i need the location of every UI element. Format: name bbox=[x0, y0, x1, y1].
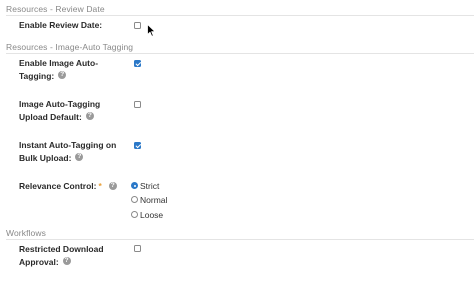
relevance-option-normal[interactable]: Normal bbox=[131, 195, 167, 206]
instant-auto-tagging-label: Instant Auto-Tagging on Bulk Upload:? bbox=[19, 139, 129, 164]
enable-auto-tagging-label: Enable Image Auto- Tagging:? bbox=[19, 57, 119, 82]
restricted-download-approval-label-line2: Approval: bbox=[19, 256, 59, 267]
radio-strict[interactable] bbox=[131, 182, 138, 190]
section-header-auto-tagging: Resources - Image-Auto Tagging bbox=[6, 42, 474, 54]
enable-auto-tagging-label-line1: Enable Image Auto- bbox=[19, 58, 99, 68]
help-icon[interactable]: ? bbox=[85, 112, 94, 121]
instant-auto-tagging-checkbox[interactable] bbox=[134, 142, 141, 149]
radio-normal[interactable] bbox=[131, 196, 138, 204]
enable-review-date-checkbox[interactable] bbox=[134, 22, 141, 29]
help-icon[interactable]: ? bbox=[108, 181, 117, 190]
instant-auto-tagging-label-line1: Instant Auto-Tagging on bbox=[19, 140, 117, 150]
relevance-option-loose[interactable]: Loose bbox=[131, 210, 163, 221]
radio-strict-label: Strict bbox=[140, 181, 160, 191]
radio-loose-label: Loose bbox=[140, 210, 164, 220]
section-header-workflows: Workflows bbox=[6, 228, 474, 240]
help-icon[interactable]: ? bbox=[58, 71, 67, 80]
mouse-pointer-icon bbox=[147, 24, 156, 37]
relevance-option-strict[interactable]: Strict bbox=[131, 181, 159, 192]
auto-tagging-upload-default-label-line2: Upload Default: bbox=[19, 111, 82, 122]
enable-auto-tagging-label-line2: Tagging: bbox=[19, 70, 55, 81]
auto-tagging-upload-default-checkbox[interactable] bbox=[134, 101, 141, 108]
relevance-control-label-text: Relevance Control: bbox=[19, 181, 97, 191]
section-header-review-date: Resources - Review Date bbox=[6, 4, 474, 16]
radio-loose[interactable] bbox=[131, 211, 138, 219]
help-icon[interactable]: ? bbox=[75, 153, 84, 162]
radio-normal-label: Normal bbox=[140, 195, 168, 205]
restricted-download-approval-label-line1: Restricted Download bbox=[19, 244, 104, 254]
required-marker: * bbox=[98, 181, 102, 191]
auto-tagging-upload-default-label: Image Auto-Tagging Upload Default:? bbox=[19, 98, 119, 123]
enable-review-date-label: Enable Review Date: bbox=[19, 19, 119, 32]
enable-auto-tagging-checkbox[interactable] bbox=[134, 60, 141, 67]
restricted-download-approval-label: Restricted Download Approval:? bbox=[19, 243, 119, 268]
help-icon[interactable]: ? bbox=[62, 257, 71, 266]
instant-auto-tagging-label-line2: Bulk Upload: bbox=[19, 152, 72, 163]
relevance-control-label: Relevance Control: *? bbox=[19, 180, 129, 193]
auto-tagging-upload-default-label-line1: Image Auto-Tagging bbox=[19, 99, 101, 109]
restricted-download-approval-checkbox[interactable] bbox=[134, 245, 141, 252]
enable-review-date-label-text: Enable Review Date: bbox=[19, 20, 103, 30]
